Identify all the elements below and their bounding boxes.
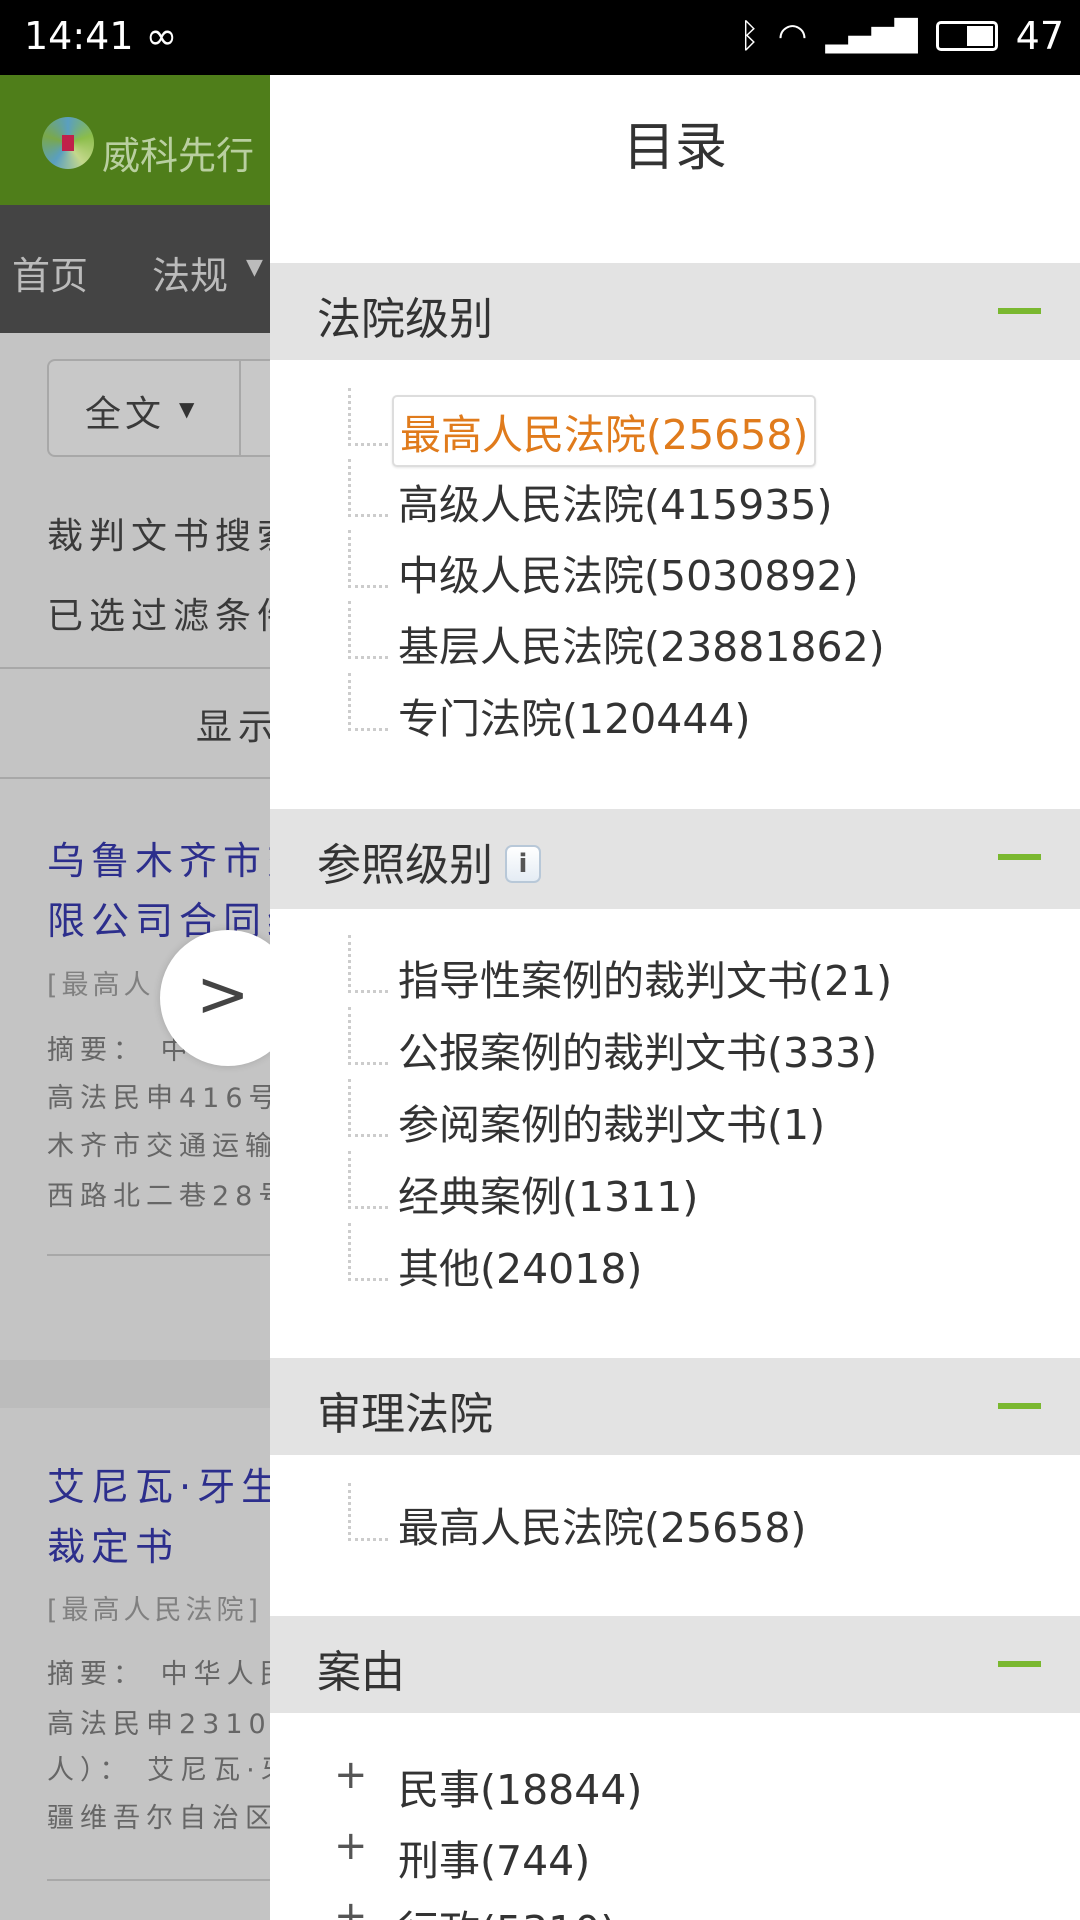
tree-item[interactable]: 高级人民法院(415935) xyxy=(392,467,839,535)
collapse-icon[interactable] xyxy=(998,308,1041,314)
tree-item[interactable]: 公报案例的裁判文书(333) xyxy=(392,1015,883,1083)
filter-info: 已选过滤条件 xyxy=(47,596,300,637)
section-reference-level[interactable]: 参照级别 i xyxy=(270,809,1080,909)
result-court: [最高人民法院] xyxy=(47,1595,263,1626)
drawer-title: 目录 xyxy=(622,118,727,178)
caret-down-icon: ▼ xyxy=(179,397,195,421)
tree-item[interactable]: 其他(24018) xyxy=(392,1231,648,1299)
catalog-drawer: 目录 法院级别 最高人民法院(25658) 高级人民法院(415935) 中级人… xyxy=(270,75,1080,1920)
app-header: 威科先行 xyxy=(0,75,270,205)
separator xyxy=(0,1360,270,1408)
4g-signal-icon: ▂▄▆█ xyxy=(825,18,918,54)
section-case-cause[interactable]: 案由 xyxy=(270,1616,1080,1713)
battery-level: 47 xyxy=(1015,14,1064,58)
battery-icon xyxy=(935,21,998,51)
tree-item[interactable]: 民事(18844) xyxy=(392,1752,648,1820)
collapse-icon[interactable] xyxy=(998,854,1041,860)
expand-plus-icon[interactable]: + xyxy=(334,1823,368,1869)
expand-plus-icon[interactable]: + xyxy=(334,1752,368,1798)
collapse-icon[interactable] xyxy=(998,1403,1041,1409)
clock: 14:41 ∞ xyxy=(24,14,178,58)
main-nav: 首页 法规 ▼ xyxy=(0,205,270,333)
nav-home[interactable]: 首页 xyxy=(12,245,88,300)
search-scope-select[interactable]: 全文 ▼ xyxy=(47,359,287,457)
infinity-icon: ∞ xyxy=(145,14,178,58)
nav-laws[interactable]: 法规 xyxy=(152,245,228,300)
tree-item[interactable]: 参阅案例的裁判文书(1) xyxy=(392,1087,831,1155)
wifi-icon: ◠ xyxy=(777,16,808,56)
tree-item[interactable]: 行政(5310) xyxy=(392,1893,622,1920)
search-info: 裁判文书搜索 xyxy=(47,516,300,557)
tree-item[interactable]: 专门法院(120444) xyxy=(392,681,757,749)
brand-name: 威科先行 xyxy=(102,134,255,178)
collapse-icon[interactable] xyxy=(998,1661,1041,1667)
tree-item[interactable]: 经典案例(1311) xyxy=(392,1159,704,1227)
status-bar: 14:41 ∞ ᛒ ◠ ▂▄▆█ 47 xyxy=(0,0,1080,75)
tree-item[interactable]: 中级人民法院(5030892) xyxy=(392,538,865,606)
result-title[interactable]: 艾尼瓦·牙生 xyxy=(47,1456,285,1511)
chevron-right-icon: > xyxy=(196,958,250,1032)
info-icon[interactable]: i xyxy=(505,845,541,883)
tree-item[interactable]: 指导性案例的裁判文书(21) xyxy=(392,943,898,1011)
display-option[interactable]: 显示 xyxy=(196,698,280,750)
section-court-level[interactable]: 法院级别 xyxy=(270,263,1080,360)
tree-item[interactable]: 刑事(744) xyxy=(392,1823,596,1891)
tree-item[interactable]: 最高人民法院(25658) xyxy=(392,1490,812,1558)
tree-item[interactable]: 最高人民法院(25658) xyxy=(392,395,817,467)
section-trial-court[interactable]: 审理法院 xyxy=(270,1358,1080,1455)
bluetooth-icon: ᛒ xyxy=(739,16,760,56)
result-court: [最高人 xyxy=(47,970,155,1001)
expand-plus-icon[interactable]: + xyxy=(334,1893,368,1920)
caret-down-icon: ▼ xyxy=(246,255,263,280)
brand-logo xyxy=(42,117,94,169)
tree-item[interactable]: 基层人民法院(23881862) xyxy=(392,609,891,677)
